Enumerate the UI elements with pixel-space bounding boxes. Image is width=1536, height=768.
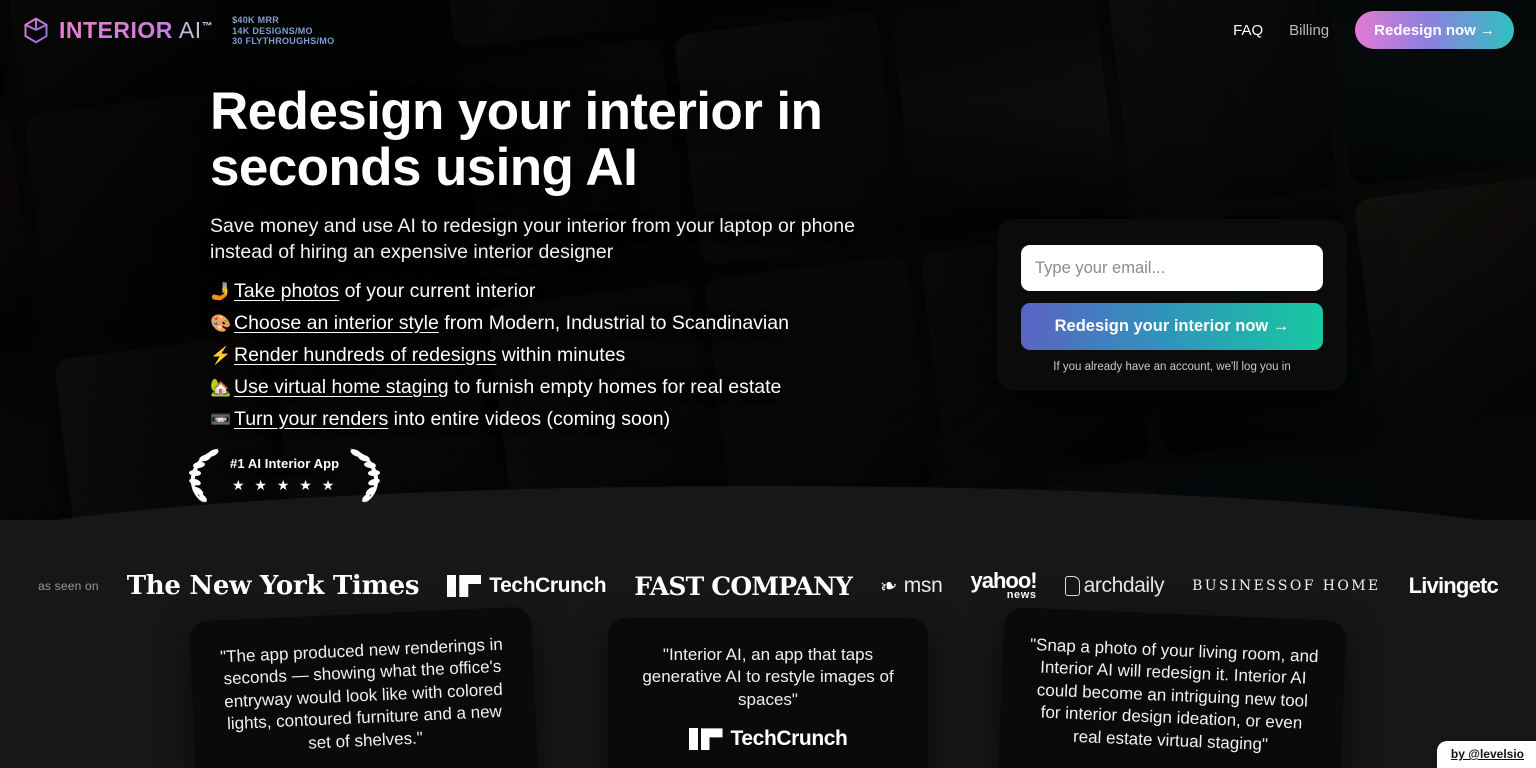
feature-text: to furnish empty homes for real estate xyxy=(448,375,782,398)
award-title: #1 AI Interior App xyxy=(230,456,340,471)
logo-new-york-times: The New York Times xyxy=(126,571,420,601)
palette-icon: 🎨 xyxy=(210,314,232,333)
msn-butterfly-icon: ❧ xyxy=(877,572,900,600)
logo-archdaily: archdaily xyxy=(1064,574,1165,598)
email-input[interactable] xyxy=(1021,245,1323,291)
redesign-interior-now-button[interactable]: Redesign your interior now → xyxy=(1021,303,1323,350)
list-item: 📼 Turn your renders into entire videos (c… xyxy=(210,404,910,436)
logo-business-of-home: BUSINESS OF HOME xyxy=(1192,577,1381,594)
selfie-icon: 🤳 xyxy=(210,282,232,302)
page-title: Redesign your interior in seconds using … xyxy=(210,82,823,198)
award-badge: #1 AI Interior App ★ ★ ★ ★ ★ xyxy=(186,444,383,506)
feature-text: from Modern, Industrial to Scandinavian xyxy=(438,312,789,334)
house-icon: 🏡 xyxy=(210,377,232,397)
top-navigation: INTERIOR AI™ $40K MRR 14K DESIGNS/MO 30 F… xyxy=(0,0,1536,60)
yahoo-wordmark: yahoo! xyxy=(970,567,1038,593)
landing-page: INTERIOR AI™ $40K MRR 14K DESIGNS/MO 30 F… xyxy=(0,0,1536,768)
stat-flythroughs: 30 FLYTHROUGHS/MO xyxy=(232,36,335,47)
hero-subheadline: Save money and use AI to redesign your i… xyxy=(210,215,855,263)
msn-wordmark: msn xyxy=(903,574,943,597)
feature-link-take-photos[interactable]: Take photos xyxy=(234,280,339,302)
feature-text: within minutes xyxy=(496,343,626,366)
testimonial-quote: "The app produced new renderings in seco… xyxy=(219,634,504,753)
signup-note: If you already have an account, we'll lo… xyxy=(1053,361,1291,373)
list-item: 🏡 Use virtual home staging to furnish emp… xyxy=(210,372,910,404)
videotape-icon: 📼 xyxy=(210,409,232,429)
made-by-badge[interactable]: by @levelsio xyxy=(1436,741,1536,768)
feature-list: 🤳 Take photos of your current interior 🎨 C… xyxy=(210,276,910,436)
signup-card: Redesign your interior now → If you alre… xyxy=(997,219,1347,391)
brand-logo[interactable]: INTERIOR AI™ $40K MRR 14K DESIGNS/MO 30 F… xyxy=(22,13,334,48)
brand-name-secondary: AI xyxy=(178,16,202,43)
feature-text: into entire videos (coming soon) xyxy=(388,407,671,430)
logo-msn: ❧ msn xyxy=(877,572,943,600)
techcrunch-mark-icon xyxy=(447,575,482,597)
brand-name-primary: INTERIOR xyxy=(59,16,173,43)
nav-links: FAQ Billing Redesign now → xyxy=(1233,11,1514,49)
testimonial-quote: "Interior AI, an app that taps generativ… xyxy=(642,645,894,709)
yahoo-news-label: news xyxy=(1006,588,1037,601)
laurel-left-icon xyxy=(189,448,220,503)
logo-fast-company: FAST COMPANY xyxy=(634,571,853,601)
archdaily-wordmark: archdaily xyxy=(1083,574,1165,597)
testimonial-card: "Interior AI, an app that taps generativ… xyxy=(608,618,928,768)
redesign-now-button[interactable]: Redesign now → xyxy=(1355,11,1514,49)
list-item: 🎨 Choose an interior style from Modern, I… xyxy=(210,308,910,340)
as-seen-on-label: as seen on xyxy=(38,579,99,593)
testimonials-row: "The app produced new renderings in seco… xyxy=(0,606,1536,768)
hero-content: Redesign your interior in seconds using … xyxy=(210,82,910,436)
stat-mrr: $40K MRR xyxy=(232,14,280,25)
archdaily-mark-icon xyxy=(1064,576,1080,596)
boh-line-2: OF HOME xyxy=(1289,577,1381,594)
list-item: 🤳 Take photos of your current interior xyxy=(210,276,910,308)
techcrunch-wordmark: TechCrunch xyxy=(489,574,607,597)
boh-line-1: BUSINESS xyxy=(1192,577,1290,594)
testimonial-source-logo: TechCrunch xyxy=(632,727,904,751)
techcrunch-mark-icon xyxy=(688,728,723,751)
award-text-block: #1 AI Interior App ★ ★ ★ ★ ★ xyxy=(228,456,341,494)
testimonial-card: "The app produced new renderings in seco… xyxy=(188,606,542,768)
brand-stats: $40K MRR 14K DESIGNS/MO 30 FLYTHROUGHS/M… xyxy=(232,13,334,48)
nav-link-faq[interactable]: FAQ xyxy=(1233,22,1263,39)
logo-livingetc: Livingetc xyxy=(1408,573,1499,598)
cube-icon xyxy=(24,17,48,44)
feature-text: of your current interior xyxy=(339,280,536,303)
lightning-icon: ⚡ xyxy=(210,345,232,365)
logo-yahoo-news: yahoo! news xyxy=(970,567,1038,601)
nav-link-billing[interactable]: Billing xyxy=(1289,22,1329,39)
award-stars: ★ ★ ★ ★ ★ xyxy=(231,477,338,493)
laurel-right-icon xyxy=(349,448,381,503)
list-item: ⚡ Render hundreds of redesigns within min… xyxy=(210,340,910,372)
stat-designs: 14K DESIGNS/MO xyxy=(232,25,313,36)
testimonial-card: "Snap a photo of your living room, and I… xyxy=(995,606,1347,768)
feature-link-render[interactable]: Render hundreds of redesigns xyxy=(234,344,496,366)
testimonial-source-name: TechCrunch xyxy=(730,727,848,751)
feature-link-choose-style[interactable]: Choose an interior style xyxy=(234,312,439,334)
testimonial-quote: "Snap a photo of your living room, and I… xyxy=(1029,635,1319,754)
logo-techcrunch: TechCrunch xyxy=(447,574,607,598)
feature-link-videos[interactable]: Turn your renders xyxy=(234,408,388,430)
trademark-symbol: ™ xyxy=(201,19,214,32)
brand-text: INTERIOR AI™ xyxy=(59,16,214,43)
feature-link-staging[interactable]: Use virtual home staging xyxy=(234,376,449,398)
